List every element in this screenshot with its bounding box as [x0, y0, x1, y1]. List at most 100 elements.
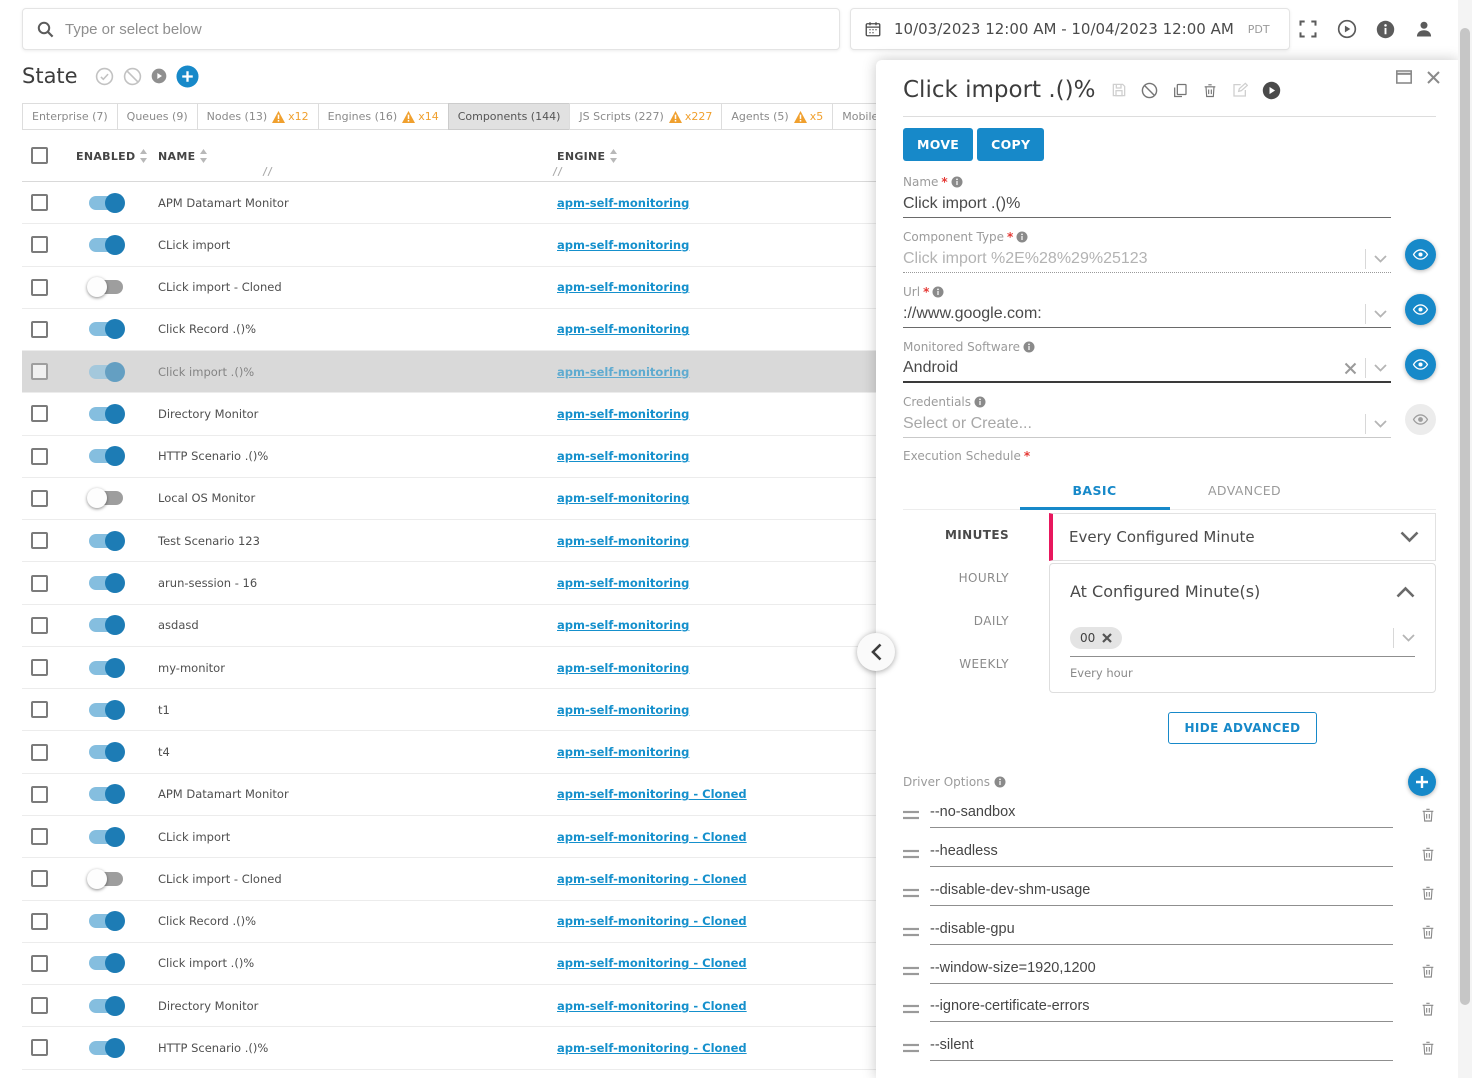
row-checkbox[interactable] [31, 870, 48, 887]
disable-icon[interactable] [1141, 82, 1158, 99]
enabled-toggle[interactable] [89, 999, 123, 1013]
row-checkbox[interactable] [31, 1039, 48, 1056]
enabled-toggle[interactable] [89, 534, 123, 548]
drag-handle-icon[interactable] [903, 1004, 919, 1014]
engine-link[interactable]: apm-self-monitoring - Cloned [557, 956, 747, 970]
duplicate-icon[interactable] [1172, 82, 1188, 99]
enable-all-button[interactable] [95, 67, 114, 86]
user-button[interactable] [1414, 19, 1434, 39]
menu-item-weekly[interactable]: WEEKLY [903, 642, 1049, 685]
move-button[interactable]: MOVE [903, 128, 973, 161]
delete-option-button[interactable] [1420, 806, 1436, 824]
fullscreen-button[interactable] [1298, 19, 1318, 39]
engine-link[interactable]: apm-self-monitoring [557, 238, 689, 252]
close-panel-button[interactable] [1427, 71, 1440, 84]
run-component-icon[interactable] [1262, 81, 1281, 100]
drag-handle-icon[interactable] [903, 1043, 919, 1053]
enabled-toggle[interactable] [89, 322, 123, 336]
delete-option-button[interactable] [1420, 923, 1436, 941]
component-type-input[interactable] [903, 250, 1391, 268]
drag-handle-icon[interactable] [903, 810, 919, 820]
menu-item-hourly[interactable]: HOURLY [903, 556, 1049, 599]
row-checkbox[interactable] [31, 236, 48, 253]
credentials-input[interactable] [903, 415, 1391, 433]
enabled-toggle[interactable] [89, 196, 123, 210]
row-checkbox[interactable] [31, 575, 48, 592]
row-checkbox[interactable] [31, 955, 48, 972]
url-input[interactable] [903, 305, 1391, 323]
row-checkbox[interactable] [31, 701, 48, 718]
row-checkbox[interactable] [31, 405, 48, 422]
chip-remove-icon[interactable] [1102, 633, 1112, 643]
scrollbar-thumb[interactable] [1460, 28, 1470, 1005]
column-header-engine[interactable]: ENGINE [557, 149, 618, 163]
column-header-name[interactable]: NAME [158, 149, 208, 163]
enabled-toggle[interactable] [89, 1041, 123, 1055]
drag-handle-icon[interactable] [903, 927, 919, 937]
hide-advanced-button[interactable]: HIDE ADVANCED [1168, 712, 1316, 744]
row-checkbox[interactable] [31, 321, 48, 338]
enabled-toggle[interactable] [89, 449, 123, 463]
edit-icon[interactable] [1232, 82, 1248, 98]
enabled-toggle[interactable] [89, 491, 123, 505]
page-scrollbar[interactable] [1458, 0, 1472, 1078]
select-all-checkbox[interactable] [31, 147, 48, 164]
engine-link[interactable]: apm-self-monitoring [557, 280, 689, 294]
driver-option-input[interactable] [930, 802, 1393, 828]
engine-link[interactable]: apm-self-monitoring - Cloned [557, 1041, 747, 1055]
disable-all-button[interactable] [123, 67, 142, 86]
engine-link[interactable]: apm-self-monitoring [557, 407, 689, 421]
name-input[interactable] [903, 195, 1391, 213]
column-header-enabled[interactable]: ENABLED [76, 149, 148, 163]
tab-advanced[interactable]: ADVANCED [1170, 475, 1320, 509]
engine-link[interactable]: apm-self-monitoring [557, 534, 689, 548]
component-tab[interactable]: Nodes (13) x12 [197, 103, 319, 130]
drag-handle-icon[interactable] [903, 888, 919, 898]
info-button[interactable] [1376, 20, 1395, 39]
chevron-down-icon[interactable] [1402, 634, 1415, 642]
engine-link[interactable]: apm-self-monitoring - Cloned [557, 872, 747, 886]
enabled-toggle[interactable] [89, 238, 123, 252]
component-tab[interactable]: Enterprise (7) [22, 103, 118, 130]
driver-option-input[interactable] [930, 996, 1393, 1022]
enabled-toggle[interactable] [89, 703, 123, 717]
date-range-picker[interactable]: 10/03/2023 12:00 AM - 10/04/2023 12:00 A… [850, 8, 1290, 50]
add-driver-option-button[interactable] [1408, 768, 1436, 796]
driver-option-input[interactable] [930, 958, 1393, 984]
row-checkbox[interactable] [31, 997, 48, 1014]
driver-option-input[interactable] [930, 841, 1393, 867]
maximize-panel-button[interactable] [1396, 70, 1412, 84]
row-checkbox[interactable] [31, 786, 48, 803]
enabled-toggle[interactable] [89, 661, 123, 675]
row-checkbox[interactable] [31, 913, 48, 930]
collapse-panel-button[interactable] [857, 633, 895, 671]
row-checkbox[interactable] [31, 659, 48, 676]
column-resize-handle[interactable] [262, 167, 273, 176]
chevron-down-icon[interactable] [1374, 364, 1387, 372]
clear-icon[interactable] [1344, 362, 1357, 375]
enabled-toggle[interactable] [89, 618, 123, 632]
driver-option-input[interactable] [930, 880, 1393, 906]
row-checkbox[interactable] [31, 279, 48, 296]
engine-link[interactable]: apm-self-monitoring [557, 703, 689, 717]
engine-link[interactable]: apm-self-monitoring - Cloned [557, 999, 747, 1013]
chevron-down-icon[interactable] [1374, 420, 1387, 428]
engine-link[interactable]: apm-self-monitoring [557, 618, 689, 632]
component-tab[interactable]: Components (144) [448, 103, 571, 130]
component-tab[interactable]: Engines (16) x14 [318, 103, 449, 130]
driver-option-input[interactable] [930, 1035, 1393, 1061]
show-value-button[interactable] [1405, 349, 1436, 380]
copy-button[interactable]: COPY [977, 128, 1044, 161]
engine-link[interactable]: apm-self-monitoring [557, 661, 689, 675]
row-checkbox[interactable] [31, 490, 48, 507]
show-value-button[interactable] [1405, 294, 1436, 325]
delete-option-button[interactable] [1420, 884, 1436, 902]
row-checkbox[interactable] [31, 194, 48, 211]
engine-link[interactable]: apm-self-monitoring [557, 449, 689, 463]
engine-link[interactable]: apm-self-monitoring - Cloned [557, 914, 747, 928]
show-value-button[interactable] [1405, 404, 1436, 435]
drag-handle-icon[interactable] [903, 966, 919, 976]
delete-option-button[interactable] [1420, 845, 1436, 863]
engine-link[interactable]: apm-self-monitoring [557, 576, 689, 590]
engine-link[interactable]: apm-self-monitoring [557, 322, 689, 336]
